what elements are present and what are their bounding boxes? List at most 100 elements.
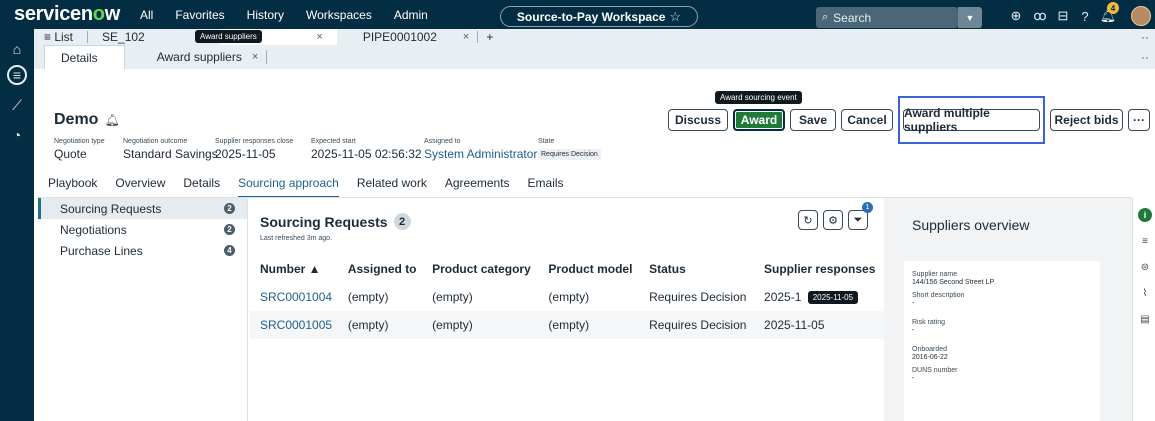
- tab-se102[interactable]: SE_102: [102, 30, 145, 44]
- tab-details[interactable]: Details: [183, 176, 220, 198]
- field-value: 2025-11-05 02:56:32: [311, 147, 422, 161]
- field-value: -: [912, 300, 915, 307]
- tab-sourcing-approach[interactable]: Sourcing approach: [238, 176, 339, 198]
- column-header-status[interactable]: Status: [639, 255, 754, 283]
- globe-icon[interactable]: ⊕: [1007, 7, 1025, 25]
- count-badge: 2: [224, 224, 235, 235]
- subtab-details[interactable]: Details: [44, 45, 125, 69]
- count-badge: 4: [224, 245, 235, 256]
- nav-all[interactable]: All: [140, 8, 153, 22]
- nav-admin[interactable]: Admin: [394, 8, 428, 22]
- star-icon[interactable]: ☆: [669, 9, 681, 25]
- field-negotiation-type: Negotiation type Quote: [54, 138, 105, 161]
- list-icon[interactable]: ≡: [7, 65, 27, 85]
- column-header-number[interactable]: Number ▲: [250, 255, 338, 283]
- reject-bids-button[interactable]: Reject bids: [1050, 109, 1123, 131]
- search-icon: ⌕: [822, 11, 829, 23]
- tab-emails[interactable]: Emails: [528, 176, 564, 198]
- connect-chat-icon[interactable]: ꝏ: [1031, 7, 1049, 25]
- count-badge: 2: [224, 203, 235, 214]
- layers-icon[interactable]: ⊜: [1138, 260, 1152, 274]
- number-link[interactable]: SRC0001004: [250, 283, 338, 311]
- field-label: Supplier responses close: [215, 138, 294, 145]
- column-header-assigned-to[interactable]: Assigned to: [338, 255, 422, 283]
- supplier-card: Supplier name 144/156 Second Street LP S…: [904, 261, 1100, 421]
- last-refreshed-text: Last refreshed 3m ago.: [260, 235, 332, 242]
- table-cell: (empty): [337, 311, 423, 339]
- field-value: -: [912, 327, 915, 334]
- award-suppliers-tooltip: Award suppliers: [195, 30, 262, 43]
- table-cell: (empty): [548, 290, 590, 304]
- nav-favorites[interactable]: Favorites: [175, 8, 224, 22]
- suppliers-overview-panel: Suppliers overview Supplier name 144/156…: [884, 198, 1132, 421]
- column-header-product-model[interactable]: Product model: [538, 255, 639, 283]
- list-title: Sourcing Requests 2: [260, 213, 411, 230]
- subtab-award-suppliers[interactable]: Award suppliers ×: [125, 45, 284, 69]
- servicenow-logo[interactable]: servicenow: [14, 3, 120, 26]
- column-header-supplier-responses[interactable]: Supplier responses: [754, 255, 884, 283]
- document-icon[interactable]: ▤: [1138, 312, 1152, 326]
- tabs-more-icon[interactable]: ··: [1141, 30, 1149, 44]
- field-value: 144/156 Second Street LP: [912, 279, 995, 286]
- tab-related-work[interactable]: Related work: [357, 176, 427, 198]
- dashboard-gauge-icon[interactable]: ◔: [7, 125, 27, 145]
- global-search-input[interactable]: ⌕ Search: [816, 7, 958, 28]
- award-button[interactable]: Award: [733, 109, 785, 131]
- column-header-product-category[interactable]: Product category: [422, 255, 538, 283]
- field-label: Short description: [912, 292, 965, 299]
- subnav-label: Purchase Lines: [60, 243, 143, 258]
- user-avatar[interactable]: [1131, 6, 1151, 26]
- field-label: Negotiation type: [54, 138, 105, 145]
- field-expected-start: Expected start 2025-11-05 02:56:32: [311, 138, 422, 161]
- home-icon[interactable]: ⌂: [7, 39, 27, 59]
- more-actions-button[interactable]: ···: [1128, 109, 1150, 131]
- refresh-icon[interactable]: ↻: [798, 210, 818, 230]
- field-label: Supplier name: [912, 271, 958, 278]
- close-tab-pipe-icon[interactable]: ×: [463, 31, 469, 43]
- tab-overview[interactable]: Overview: [115, 176, 165, 198]
- workspace-name: Source-to-Pay Workspace: [516, 9, 666, 24]
- workspace-selector[interactable]: Source-to-Pay Workspace ☆: [500, 6, 698, 27]
- field-value: 2025-11-05: [215, 147, 276, 161]
- table-row[interactable]: SRC0001004 (empty) (empty) (empty) Requi…: [250, 283, 884, 311]
- info-icon[interactable]: i: [1138, 208, 1152, 222]
- field-value: -: [912, 375, 915, 382]
- highlight-annotation: [898, 96, 1045, 144]
- close-subtab-icon[interactable]: ×: [252, 51, 258, 63]
- tab-list[interactable]: ≡ List: [44, 30, 73, 44]
- attachment-icon[interactable]: ⌇: [1138, 286, 1152, 300]
- search-scope-dropdown[interactable]: ▼: [958, 7, 982, 28]
- table-cell: (empty): [347, 290, 389, 304]
- tab-pipe0001002[interactable]: PIPE0001002: [363, 30, 437, 44]
- tab-agreements[interactable]: Agreements: [445, 176, 510, 198]
- list-lines-icon[interactable]: ≡: [1138, 234, 1152, 248]
- tab-playbook[interactable]: Playbook: [48, 176, 97, 198]
- number-link[interactable]: SRC0001005: [250, 311, 338, 339]
- sidebar-panel-icon[interactable]: ⊟: [1054, 7, 1072, 25]
- new-tab-icon[interactable]: +: [486, 30, 493, 44]
- sourcing-requests-table: Number ▲ Assigned to Product category Pr…: [250, 255, 884, 339]
- nav-workspaces[interactable]: Workspaces: [306, 8, 372, 22]
- filter-icon[interactable]: ⏷: [848, 210, 868, 230]
- nav-history[interactable]: History: [247, 8, 284, 22]
- search-placeholder: Search: [833, 10, 872, 25]
- subnav-purchase-lines[interactable]: Purchase Lines 4: [38, 240, 247, 261]
- assigned-to-link[interactable]: System Administrator: [424, 147, 537, 161]
- close-tab-demo-icon[interactable]: ×: [316, 31, 322, 43]
- discuss-button[interactable]: Discuss: [668, 109, 728, 131]
- follow-bell-icon[interactable]: 🔔︎: [104, 113, 119, 127]
- subnav-sourcing-requests[interactable]: Sourcing Requests 2: [38, 198, 247, 219]
- field-value: 2016-06-22: [912, 354, 948, 361]
- analytics-icon[interactable]: ⟋: [7, 95, 27, 115]
- table-row[interactable]: SRC0001005 (empty) (empty) (empty) Requi…: [250, 311, 884, 339]
- cancel-button[interactable]: Cancel: [841, 109, 893, 131]
- settings-gear-icon[interactable]: ⚙: [823, 210, 843, 230]
- save-button[interactable]: Save: [790, 109, 836, 131]
- help-icon[interactable]: ?: [1076, 7, 1094, 25]
- filter-count-badge: 1: [862, 202, 873, 213]
- table-header-row: Number ▲ Assigned to Product category Pr…: [250, 255, 884, 283]
- subnav-negotiations[interactable]: Negotiations 2: [38, 219, 247, 240]
- table-cell: Requires Decision: [649, 290, 747, 304]
- subtabs-more-icon[interactable]: ··: [1141, 50, 1149, 64]
- field-label: Expected start: [311, 138, 356, 145]
